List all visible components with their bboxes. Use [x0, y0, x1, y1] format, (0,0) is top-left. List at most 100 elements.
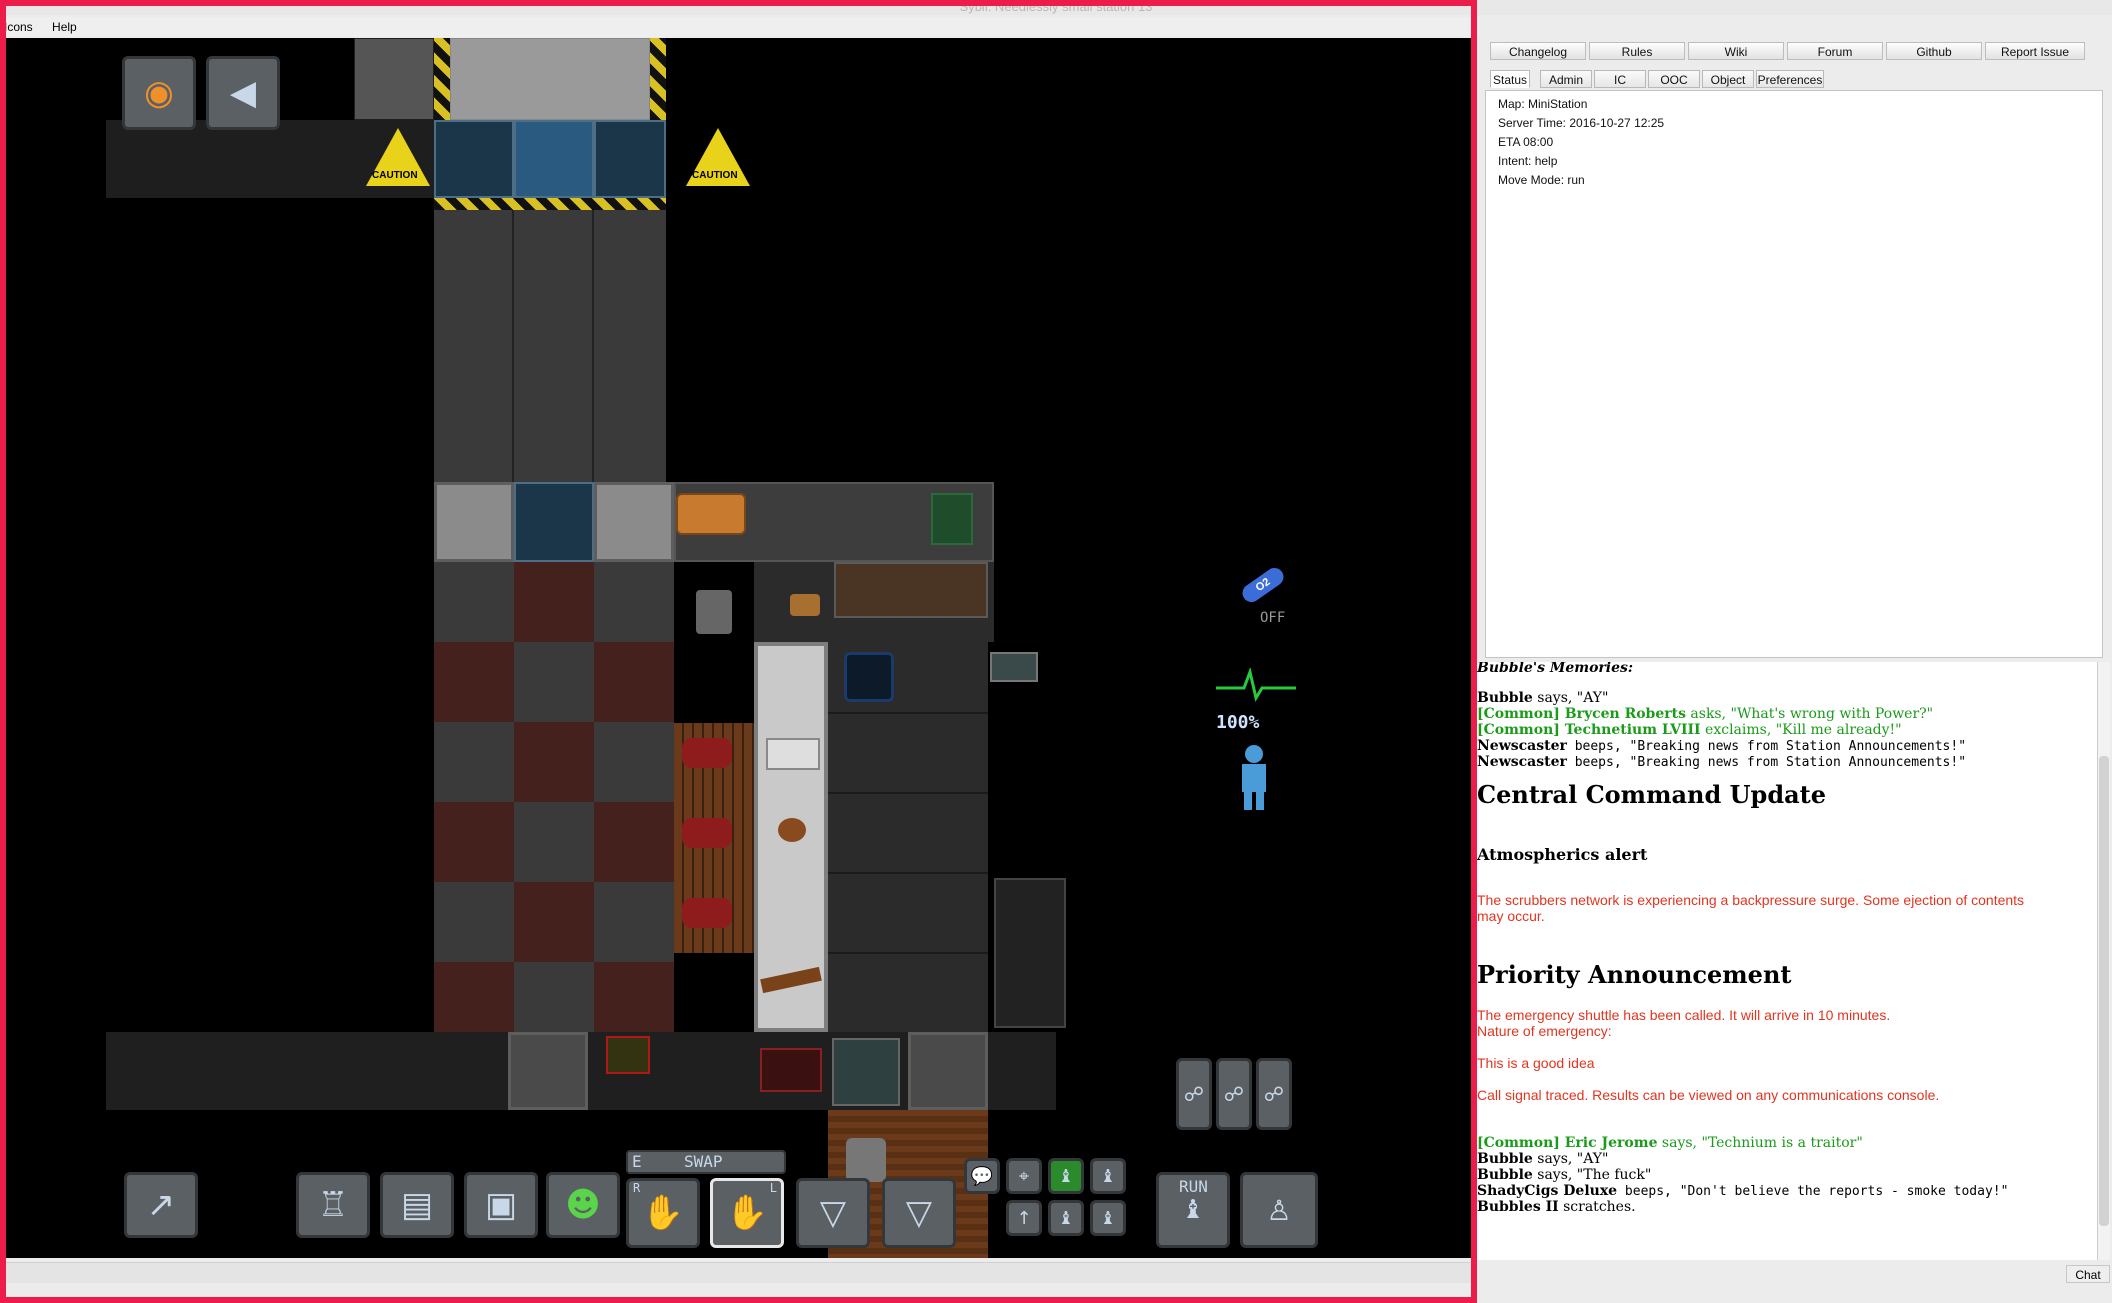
- toolbox-icon[interactable]: [676, 493, 746, 535]
- kitchen-floor: [434, 562, 674, 1032]
- chair-icon[interactable]: [682, 818, 732, 848]
- airlock-door[interactable]: [508, 1032, 588, 1110]
- machine-icon[interactable]: [832, 1038, 900, 1106]
- tab-admin[interactable]: Admin: [1540, 70, 1592, 88]
- arrow-left-icon[interactable]: ◀: [206, 56, 280, 130]
- menu-help[interactable]: Help: [52, 20, 77, 34]
- scrollbar-thumb[interactable]: [2099, 756, 2109, 1226]
- chat-line: Newscaster beeps, "Breaking news from St…: [1477, 754, 2097, 770]
- machine-icon[interactable]: [994, 878, 1066, 1028]
- announce-text: Nature of emergency:: [1477, 1023, 1612, 1039]
- alarm-panel-icon[interactable]: [606, 1036, 650, 1074]
- device-icon[interactable]: [990, 652, 1038, 682]
- github-button[interactable]: Github: [1886, 42, 1982, 60]
- zone-select-icon[interactable]: ♙: [1240, 1172, 1318, 1248]
- speaker-name: Bubble: [1477, 1151, 1533, 1167]
- drop-icon[interactable]: ↑: [1006, 1200, 1042, 1236]
- chat-text: exclaims, "Kill me already!": [1700, 722, 1902, 738]
- window-tile: [514, 482, 594, 562]
- menu-icons[interactable]: Icons: [4, 20, 33, 34]
- trash-bin-icon[interactable]: [846, 1138, 886, 1182]
- vending-machine-icon[interactable]: [760, 1048, 822, 1092]
- speaker-name: [Common] Brycen Roberts: [1477, 706, 1686, 722]
- speaker-name: Bubble: [1477, 690, 1533, 706]
- priority-heading: Priority Announcement: [1477, 960, 1792, 989]
- mouse-icon[interactable]: ⌖: [1006, 1158, 1042, 1194]
- run-label: RUN: [1179, 1177, 1208, 1196]
- chair-icon[interactable]: [682, 898, 732, 928]
- counter-food-icon[interactable]: [834, 562, 988, 618]
- speech-bubble-icon[interactable]: 💬: [964, 1158, 1000, 1194]
- vending-screen-icon[interactable]: [931, 493, 973, 545]
- suit-slot-icon[interactable]: ♖: [296, 1172, 370, 1238]
- pda-slot-icon[interactable]: ▣: [464, 1172, 538, 1238]
- rest-icon[interactable]: ♝: [1048, 1200, 1084, 1236]
- pull-icon[interactable]: ♝: [1090, 1158, 1126, 1194]
- announce-text: This is a good idea: [1477, 1055, 1595, 1071]
- chat-line: Newscaster beeps, "Breaking news from St…: [1477, 738, 2097, 754]
- tab-status[interactable]: Status: [1490, 70, 1530, 88]
- game-status-bar: [6, 1262, 1472, 1283]
- airlock-door[interactable]: [908, 1032, 988, 1110]
- status-panel: Map: MiniStation Server Time: 2016-10-27…: [1485, 90, 2103, 658]
- changelog-button[interactable]: Changelog: [1490, 42, 1586, 60]
- hand-l-label: L: [769, 1181, 777, 1195]
- toggle-inventory-icon[interactable]: ↗: [124, 1172, 198, 1238]
- chat-line: Bubble says, "The fuck": [1477, 1167, 2097, 1183]
- window-tile: [434, 120, 514, 198]
- airlock-door[interactable]: [594, 482, 674, 562]
- walk-icon[interactable]: ♝: [1048, 1158, 1084, 1194]
- item-icon[interactable]: [790, 594, 820, 616]
- status-server-time: Server Time: 2016-10-27 12:25: [1498, 116, 1665, 130]
- internals-icon[interactable]: O2 OFF: [1230, 564, 1288, 626]
- void-tile: [674, 643, 754, 723]
- chat-line: ShadyCigs Deluxe beeps, "Don't believe t…: [1477, 1183, 2097, 1199]
- rules-button[interactable]: Rules: [1589, 42, 1685, 60]
- clown-mask-slot-icon[interactable]: ☻: [546, 1172, 620, 1238]
- clown-mask-icon[interactable]: ◉: [122, 56, 196, 130]
- report-issue-button[interactable]: Report Issue: [1985, 42, 2085, 60]
- window-title: Sybil: Needlessly small station 13: [0, 0, 2112, 15]
- forum-button[interactable]: Forum: [1787, 42, 1883, 60]
- hazard-stripe: [434, 198, 666, 210]
- trash-bin-icon[interactable]: [696, 590, 732, 634]
- resist-icon[interactable]: ♝: [1090, 1200, 1126, 1236]
- wiki-button[interactable]: Wiki: [1688, 42, 1784, 60]
- hallway-floor: [434, 210, 666, 482]
- intent-disarm-icon[interactable]: ☍: [1216, 1058, 1252, 1130]
- health-percent: 100%: [1216, 712, 1260, 733]
- left-hand-slot-icon[interactable]: L ✋: [710, 1178, 784, 1248]
- game-viewport[interactable]: CAUTION CAUTION ◉ ◀ O2 OFF 100% ☍ ☍ ☍ ↗ …: [6, 38, 1472, 1258]
- move-mode-button[interactable]: RUN ♝: [1156, 1172, 1230, 1248]
- right-hand-slot-icon[interactable]: R ✋: [626, 1178, 700, 1248]
- chair-icon[interactable]: [682, 738, 732, 768]
- chat-text: beeps, "Breaking news from Station Annou…: [1566, 739, 1967, 754]
- chat-text: says, "AY": [1532, 1151, 1609, 1167]
- id-card-slot-icon[interactable]: ▤: [380, 1172, 454, 1238]
- announce-text: The emergency shuttle has been called. I…: [1477, 1007, 1891, 1023]
- chat-button[interactable]: Chat: [2066, 1265, 2110, 1283]
- airlock-door[interactable]: [514, 120, 594, 198]
- box-icon[interactable]: [766, 738, 820, 770]
- swap-hands-button[interactable]: E SWAP: [626, 1150, 786, 1174]
- tab-preferences[interactable]: Preferences: [1756, 70, 1824, 88]
- caution-sign-label: CAUTION: [372, 170, 418, 181]
- intent-harm-icon[interactable]: ☍: [1256, 1058, 1292, 1130]
- chat-text: says, "The fuck": [1532, 1167, 1652, 1183]
- intent-help-icon[interactable]: ☍: [1176, 1058, 1212, 1130]
- pocket-slot-icon[interactable]: ▽: [882, 1178, 956, 1248]
- chat-text: scratches.: [1558, 1199, 1636, 1215]
- tab-ooc[interactable]: OOC: [1648, 70, 1700, 88]
- hand-e-label: E: [632, 1152, 642, 1171]
- pocket-slot-icon[interactable]: ▽: [796, 1178, 870, 1248]
- teleporter-pad-icon[interactable]: [844, 652, 894, 702]
- speaker-name: Newscaster: [1477, 754, 1567, 770]
- tab-object[interactable]: Object: [1702, 70, 1754, 88]
- food-icon[interactable]: [778, 818, 806, 842]
- tab-ic[interactable]: IC: [1594, 70, 1646, 88]
- chat-line: [Common] Eric Jerome says, "Technium is …: [1477, 1135, 2097, 1151]
- chat-scrollbar[interactable]: [2097, 662, 2110, 1260]
- airlock-door[interactable]: [434, 482, 514, 562]
- chat-line: Bubble says, "AY": [1477, 1151, 2097, 1167]
- hand-r-label: R: [633, 1181, 641, 1195]
